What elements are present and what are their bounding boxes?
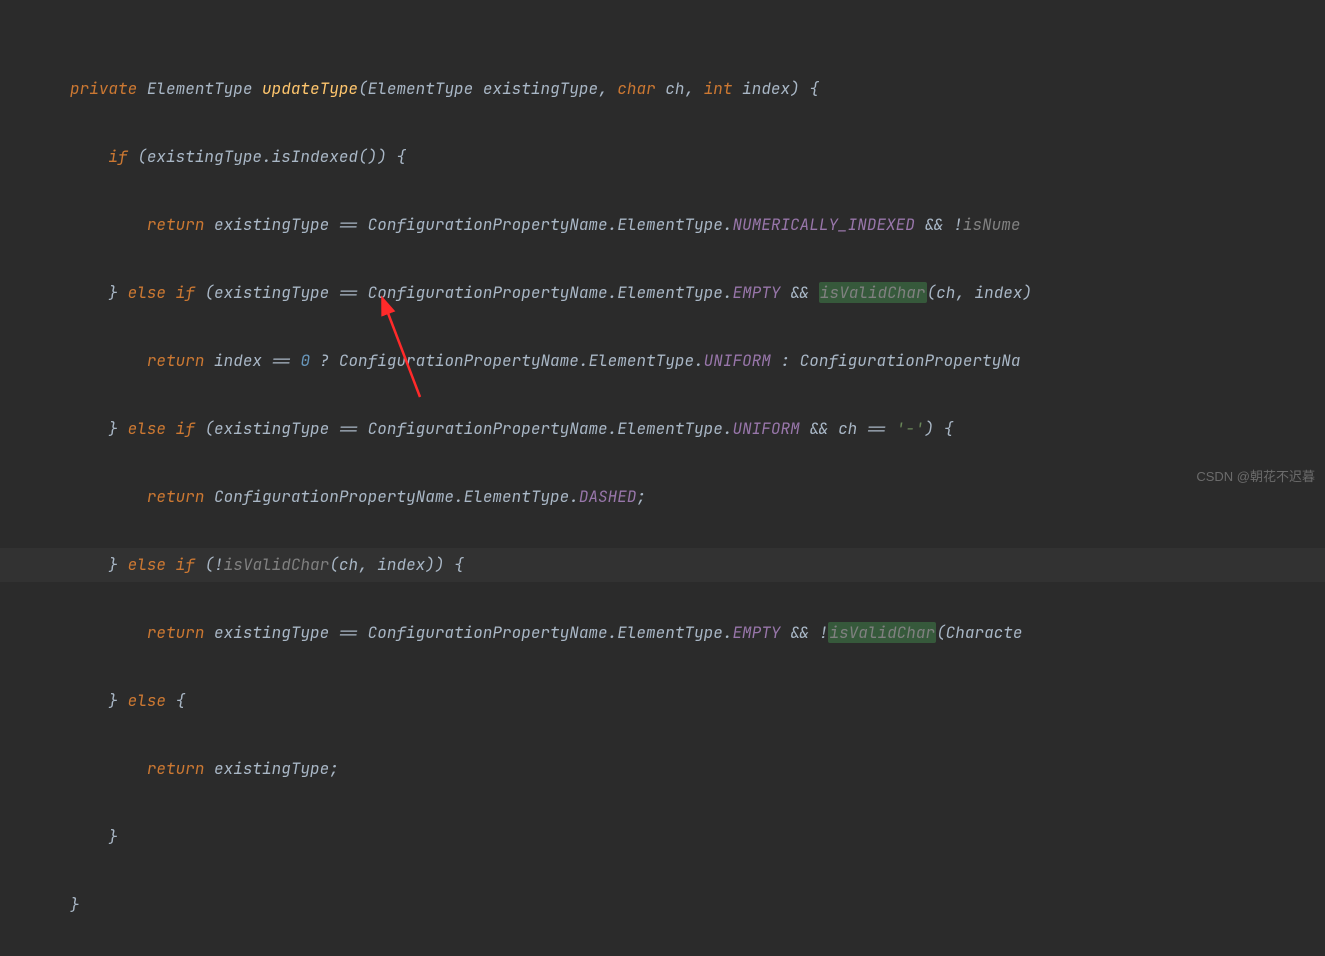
code-text: (existingType == ConfigurationPropertyNa… [204,418,732,439]
keyword: char [617,78,655,99]
keyword: return [147,486,205,507]
code-line: } else if (existingType == Configuration… [70,276,1325,310]
code-text: (ch, index) [927,282,1033,303]
brace: } [108,554,118,575]
code-text: ) { [925,418,954,439]
param: ch [665,78,684,99]
brace: } [108,418,118,439]
code-line: return existingType; [70,752,1325,786]
keyword: else [128,690,166,711]
type: ElementType [368,78,474,99]
constant: EMPTY [732,282,780,303]
keyword: private [70,78,137,99]
paren: ( [358,78,368,99]
type: ElementType [147,78,253,99]
method-call-highlighted: isValidChar [828,622,936,643]
brace: } [108,826,118,847]
keyword: return [147,622,205,643]
brace: { [176,690,186,711]
code-editor[interactable]: private ElementType updateType(ElementTy… [0,0,1325,956]
code-line: } [70,820,1325,854]
brace: } [108,690,118,711]
code-line: } else if (existingType == Configuration… [70,412,1325,446]
keyword: else [128,554,166,575]
code-text: && ! [780,622,828,643]
code-text: (! [204,554,223,575]
param: index [742,78,790,99]
keyword: if [176,418,195,439]
code-text: && ! [915,214,963,235]
keyword: if [176,282,195,303]
code-line: } [70,888,1325,922]
keyword: if [108,146,127,167]
watermark: CSDN @朝花不迟暮 [1196,460,1315,494]
code-text: ConfigurationPropertyName.ElementType. [214,486,579,507]
constant: UNIFORM [704,350,771,371]
param: existingType [483,78,598,99]
code-line: return existingType == ConfigurationProp… [70,616,1325,650]
code-line: private ElementType updateType(ElementTy… [70,72,1325,106]
comma: , [598,78,617,99]
code-line: return ConfigurationPropertyName.Element… [70,480,1325,514]
code-text: index == [214,350,300,371]
constant: EMPTY [732,622,780,643]
keyword: if [176,554,195,575]
code-text: ? ConfigurationPropertyName.ElementType. [310,350,704,371]
code-text: : ConfigurationPropertyNa [771,350,1021,371]
keyword: return [147,214,205,235]
keyword: int [704,78,733,99]
method-call-highlighted: isValidChar [819,282,927,303]
keyword: return [147,758,205,779]
constant: DASHED [579,486,637,507]
number: 0 [300,350,310,371]
method-name: updateType [262,78,358,99]
code-text: existingType == ConfigurationPropertyNam… [214,214,732,235]
code-text: (existingType.isIndexed()) { [137,146,406,167]
method-call: isValidChar [224,554,330,575]
string: '-' [896,418,925,439]
code-text: && [780,282,818,303]
code-text: existingType == ConfigurationPropertyNam… [214,622,732,643]
code-text: && ch == [800,418,896,439]
brace: { [809,78,819,99]
code-line: return existingType == ConfigurationProp… [70,208,1325,242]
code-text: existingType; [214,758,339,779]
keyword: else [128,418,166,439]
constant: NUMERICALLY_INDEXED [732,214,914,235]
code-text: (Characte [936,622,1022,643]
code-line: } else { [70,684,1325,718]
code-text: (existingType == ConfigurationPropertyNa… [204,282,732,303]
comma: , [685,78,704,99]
brace: } [70,894,80,915]
constant: UNIFORM [732,418,799,439]
code-line-highlighted: } else if (!isValidChar(ch, index)) { [0,548,1325,582]
code-line: return index == 0 ? ConfigurationPropert… [70,344,1325,378]
keyword: return [147,350,205,371]
brace: } [108,282,118,303]
code-line: if (existingType.isIndexed()) { [70,140,1325,174]
code-text: (ch, index)) { [329,554,463,575]
semicolon: ; [636,486,646,507]
paren: ) [790,78,809,99]
method-call: isNume [963,214,1021,235]
keyword: else [128,282,166,303]
